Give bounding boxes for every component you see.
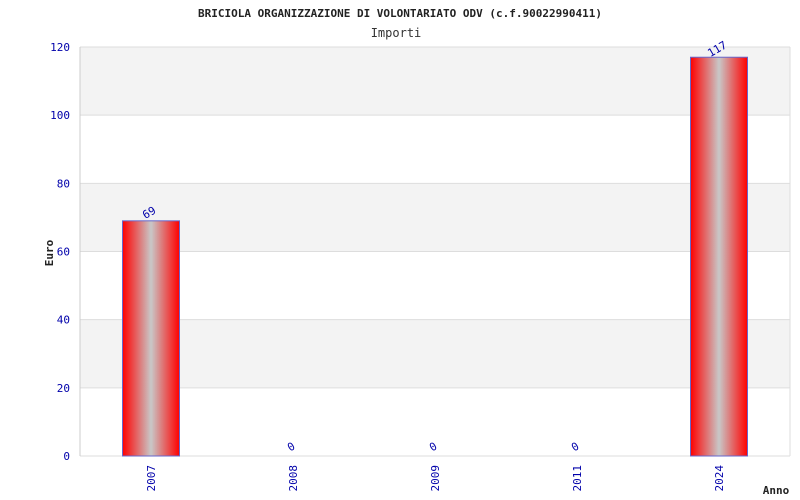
y-tick-label: 100 xyxy=(50,109,70,122)
x-tick-label: 2024 xyxy=(713,465,726,492)
y-tick-label: 0 xyxy=(63,450,70,463)
x-tick-label: 2009 xyxy=(429,465,442,492)
chart-subtitle: Importi xyxy=(371,26,422,40)
y-axis-label: Euro xyxy=(43,239,56,266)
y-tick-label: 40 xyxy=(57,314,70,327)
bar-chart: BRICIOLA ORGANIZZAZIONE DI VOLONTARIATO … xyxy=(43,7,791,497)
grid-band xyxy=(80,47,790,116)
y-tick-label: 120 xyxy=(50,41,70,54)
grid-band xyxy=(80,319,790,388)
chart-title: BRICIOLA ORGANIZZAZIONE DI VOLONTARIATO … xyxy=(198,7,602,20)
y-tick-label: 20 xyxy=(57,382,70,395)
data-label: 0 xyxy=(285,440,297,455)
grid-bands xyxy=(79,46,791,457)
y-tick-label: 80 xyxy=(57,177,70,190)
bar xyxy=(122,220,180,457)
x-tick-label: 2007 xyxy=(145,465,158,492)
bar xyxy=(690,56,748,457)
y-tick-label: 60 xyxy=(57,246,70,259)
x-axis-label: Anno xyxy=(763,484,790,497)
x-tick-label: 2008 xyxy=(287,465,300,492)
data-label: 0 xyxy=(569,440,581,455)
grid-band xyxy=(80,183,790,252)
x-axis-ticks: 2007 2008 2009 2011 2024 xyxy=(145,465,726,492)
x-tick-label: 2011 xyxy=(571,465,584,492)
chart-container: BRICIOLA ORGANIZZAZIONE DI VOLONTARIATO … xyxy=(0,0,800,500)
data-label: 0 xyxy=(427,440,439,455)
